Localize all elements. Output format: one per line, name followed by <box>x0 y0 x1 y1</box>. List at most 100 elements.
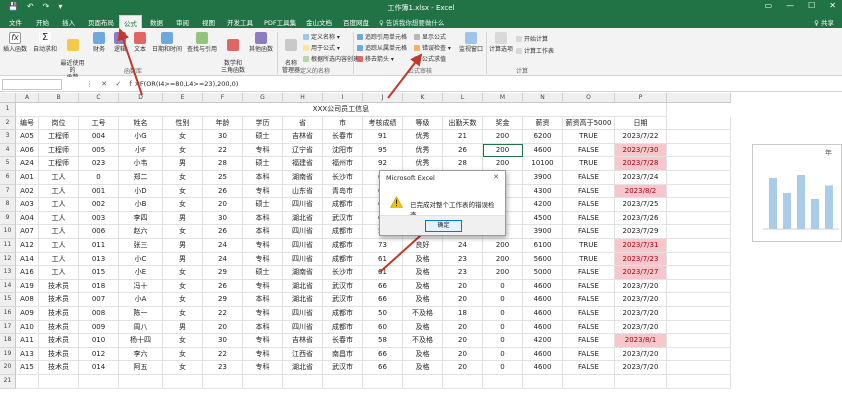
column-header[interactable]: H <box>283 93 323 103</box>
table-cell[interactable]: FALSE <box>563 307 615 321</box>
table-cell[interactable]: 014 <box>79 361 119 375</box>
header-cell[interactable]: 学历 <box>243 116 283 131</box>
column-header[interactable]: D <box>119 93 163 103</box>
row-header[interactable]: 12 <box>0 252 16 267</box>
table-cell[interactable]: A04 <box>16 211 39 226</box>
table-cell[interactable]: FALSE <box>563 279 615 294</box>
table-cell[interactable]: 成都市 <box>323 239 363 253</box>
table-cell[interactable]: 成都市 <box>323 198 363 212</box>
tab-insert[interactable]: 插入 <box>62 17 75 27</box>
table-cell[interactable] <box>243 375 283 389</box>
math-button[interactable]: 数学和 三角函数 <box>219 32 247 74</box>
table-cell[interactable]: 江西省 <box>283 347 323 362</box>
table-cell[interactable]: 男 <box>163 320 203 335</box>
table-cell[interactable]: 007 <box>79 293 119 307</box>
table-cell[interactable]: 女 <box>163 184 203 199</box>
empty-cell[interactable] <box>667 225 731 239</box>
table-cell[interactable]: 4200 <box>523 334 563 348</box>
table-cell[interactable]: A13 <box>16 347 39 362</box>
table-cell[interactable]: 22 <box>203 143 243 158</box>
table-cell[interactable]: 专科 <box>243 334 283 348</box>
calculate-now-button[interactable]: 开始计算 <box>516 34 548 43</box>
table-cell[interactable]: 28 <box>203 157 243 171</box>
empty-cell[interactable] <box>667 171 731 185</box>
table-cell[interactable]: 004 <box>79 130 119 144</box>
table-cell[interactable]: 30 <box>203 334 243 348</box>
column-header[interactable]: K <box>403 93 443 103</box>
table-cell[interactable]: 长沙市 <box>323 266 363 280</box>
column-header[interactable]: C <box>79 93 119 103</box>
table-cell[interactable]: 21 <box>443 130 483 144</box>
table-cell[interactable]: 专科 <box>243 143 283 158</box>
table-cell[interactable]: 良好 <box>403 239 443 253</box>
table-cell[interactable]: FALSE <box>563 184 615 199</box>
table-cell[interactable]: 013 <box>79 252 119 267</box>
table-cell[interactable]: 006 <box>79 225 119 239</box>
table-cell[interactable]: 2023/7/27 <box>615 266 667 280</box>
table-cell[interactable]: 0 <box>483 334 523 348</box>
table-cell[interactable]: 女 <box>163 334 203 348</box>
table-cell[interactable]: 陈一 <box>119 307 163 321</box>
table-cell[interactable]: 吉林省 <box>283 334 323 348</box>
table-cell[interactable]: 男 <box>163 157 203 171</box>
tab-page-layout[interactable]: 页面布局 <box>88 17 114 27</box>
table-cell[interactable]: 工人 <box>39 252 79 267</box>
trace-precedents-button[interactable]: 追踪引用单元格 <box>357 32 407 41</box>
column-header[interactable] <box>667 93 731 103</box>
table-cell[interactable]: 杨十四 <box>119 334 163 348</box>
table-cell[interactable] <box>283 375 323 389</box>
table-cell[interactable]: 技术员 <box>39 279 79 294</box>
table-cell[interactable]: 010 <box>79 334 119 348</box>
table-cell[interactable]: 不及格 <box>403 307 443 321</box>
show-formulas-button[interactable]: 显示公式 <box>414 32 446 41</box>
table-cell[interactable]: 成都市 <box>323 307 363 321</box>
table-cell[interactable]: 工程师 <box>39 143 79 158</box>
table-cell[interactable]: 24 <box>203 252 243 267</box>
table-cell[interactable]: 25 <box>203 171 243 185</box>
table-cell[interactable]: 2023/7/30 <box>615 143 667 158</box>
table-cell[interactable]: 女 <box>163 225 203 239</box>
empty-cell[interactable] <box>667 361 731 375</box>
empty-cell[interactable] <box>667 347 731 362</box>
table-cell[interactable]: A03 <box>16 198 39 212</box>
table-cell[interactable]: 26 <box>443 143 483 158</box>
table-cell[interactable]: 2023/7/20 <box>615 307 667 321</box>
table-cell[interactable]: 吉林省 <box>283 130 323 144</box>
table-cell[interactable] <box>615 375 667 389</box>
table-cell[interactable]: 4500 <box>523 211 563 226</box>
table-cell[interactable]: 湖北省 <box>283 293 323 307</box>
table-cell[interactable]: 28 <box>443 157 483 171</box>
table-cell[interactable]: 专科 <box>243 279 283 294</box>
trace-dependents-button[interactable]: 追踪从属单元格 <box>357 43 407 52</box>
table-cell[interactable]: 工人 <box>39 198 79 212</box>
table-cell[interactable]: 专科 <box>243 307 283 321</box>
tab-home[interactable]: 开始 <box>36 17 49 27</box>
table-cell[interactable]: 小韦 <box>119 157 163 171</box>
table-cell[interactable]: 女 <box>163 347 203 362</box>
name-box[interactable] <box>2 79 62 90</box>
insert-function-button[interactable]: fx 插入函数 <box>3 32 27 53</box>
empty-cell[interactable] <box>667 320 731 335</box>
row-header[interactable]: 15 <box>0 293 16 307</box>
table-cell[interactable]: 10100 <box>523 157 563 171</box>
empty-cell[interactable] <box>667 293 731 307</box>
table-cell[interactable]: 专科 <box>243 239 283 253</box>
table-cell[interactable]: 工程师 <box>39 130 79 144</box>
recent-functions-button[interactable]: 最近使用的 函数 <box>59 32 86 81</box>
table-cell[interactable]: 硕士 <box>243 266 283 280</box>
table-cell[interactable]: 2023/7/25 <box>615 198 667 212</box>
table-cell[interactable]: 优秀 <box>403 157 443 171</box>
table-cell[interactable]: 及格 <box>403 252 443 267</box>
table-cell[interactable]: 成都市 <box>323 320 363 335</box>
worksheet-grid[interactable]: A B C D E F G H I J K L M N O P 1 XXX公司员工信息 2 编号 岗位 工号 姓名 性别 年龄学… <box>0 93 842 400</box>
table-cell[interactable]: 男 <box>163 239 203 253</box>
table-cell[interactable]: 20 <box>443 334 483 348</box>
table-cell[interactable]: 2023/7/20 <box>615 293 667 307</box>
table-cell[interactable]: 周八 <box>119 320 163 335</box>
create-from-selection-button[interactable]: 根据所选内容创建 <box>303 54 359 63</box>
table-cell[interactable]: FALSE <box>563 293 615 307</box>
table-cell[interactable]: 23 <box>443 252 483 267</box>
table-cell[interactable]: 男 <box>163 211 203 226</box>
header-cell[interactable]: 薪资高于5000 <box>563 116 615 131</box>
row-header[interactable]: 5 <box>0 157 16 171</box>
